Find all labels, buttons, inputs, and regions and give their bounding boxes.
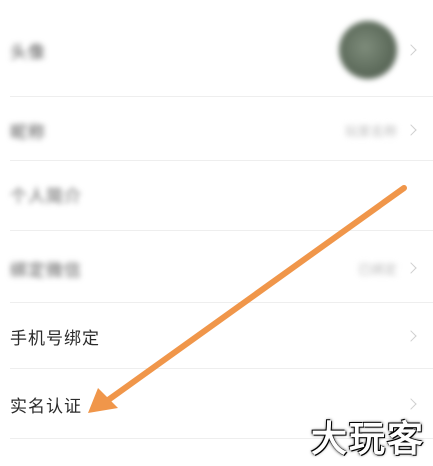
watermark-logo: 大玩客 <box>310 419 425 460</box>
annotation-arrow-shaft <box>101 185 407 406</box>
annotation-arrow-icon <box>88 185 407 413</box>
annotation-arrow-head <box>88 388 118 413</box>
